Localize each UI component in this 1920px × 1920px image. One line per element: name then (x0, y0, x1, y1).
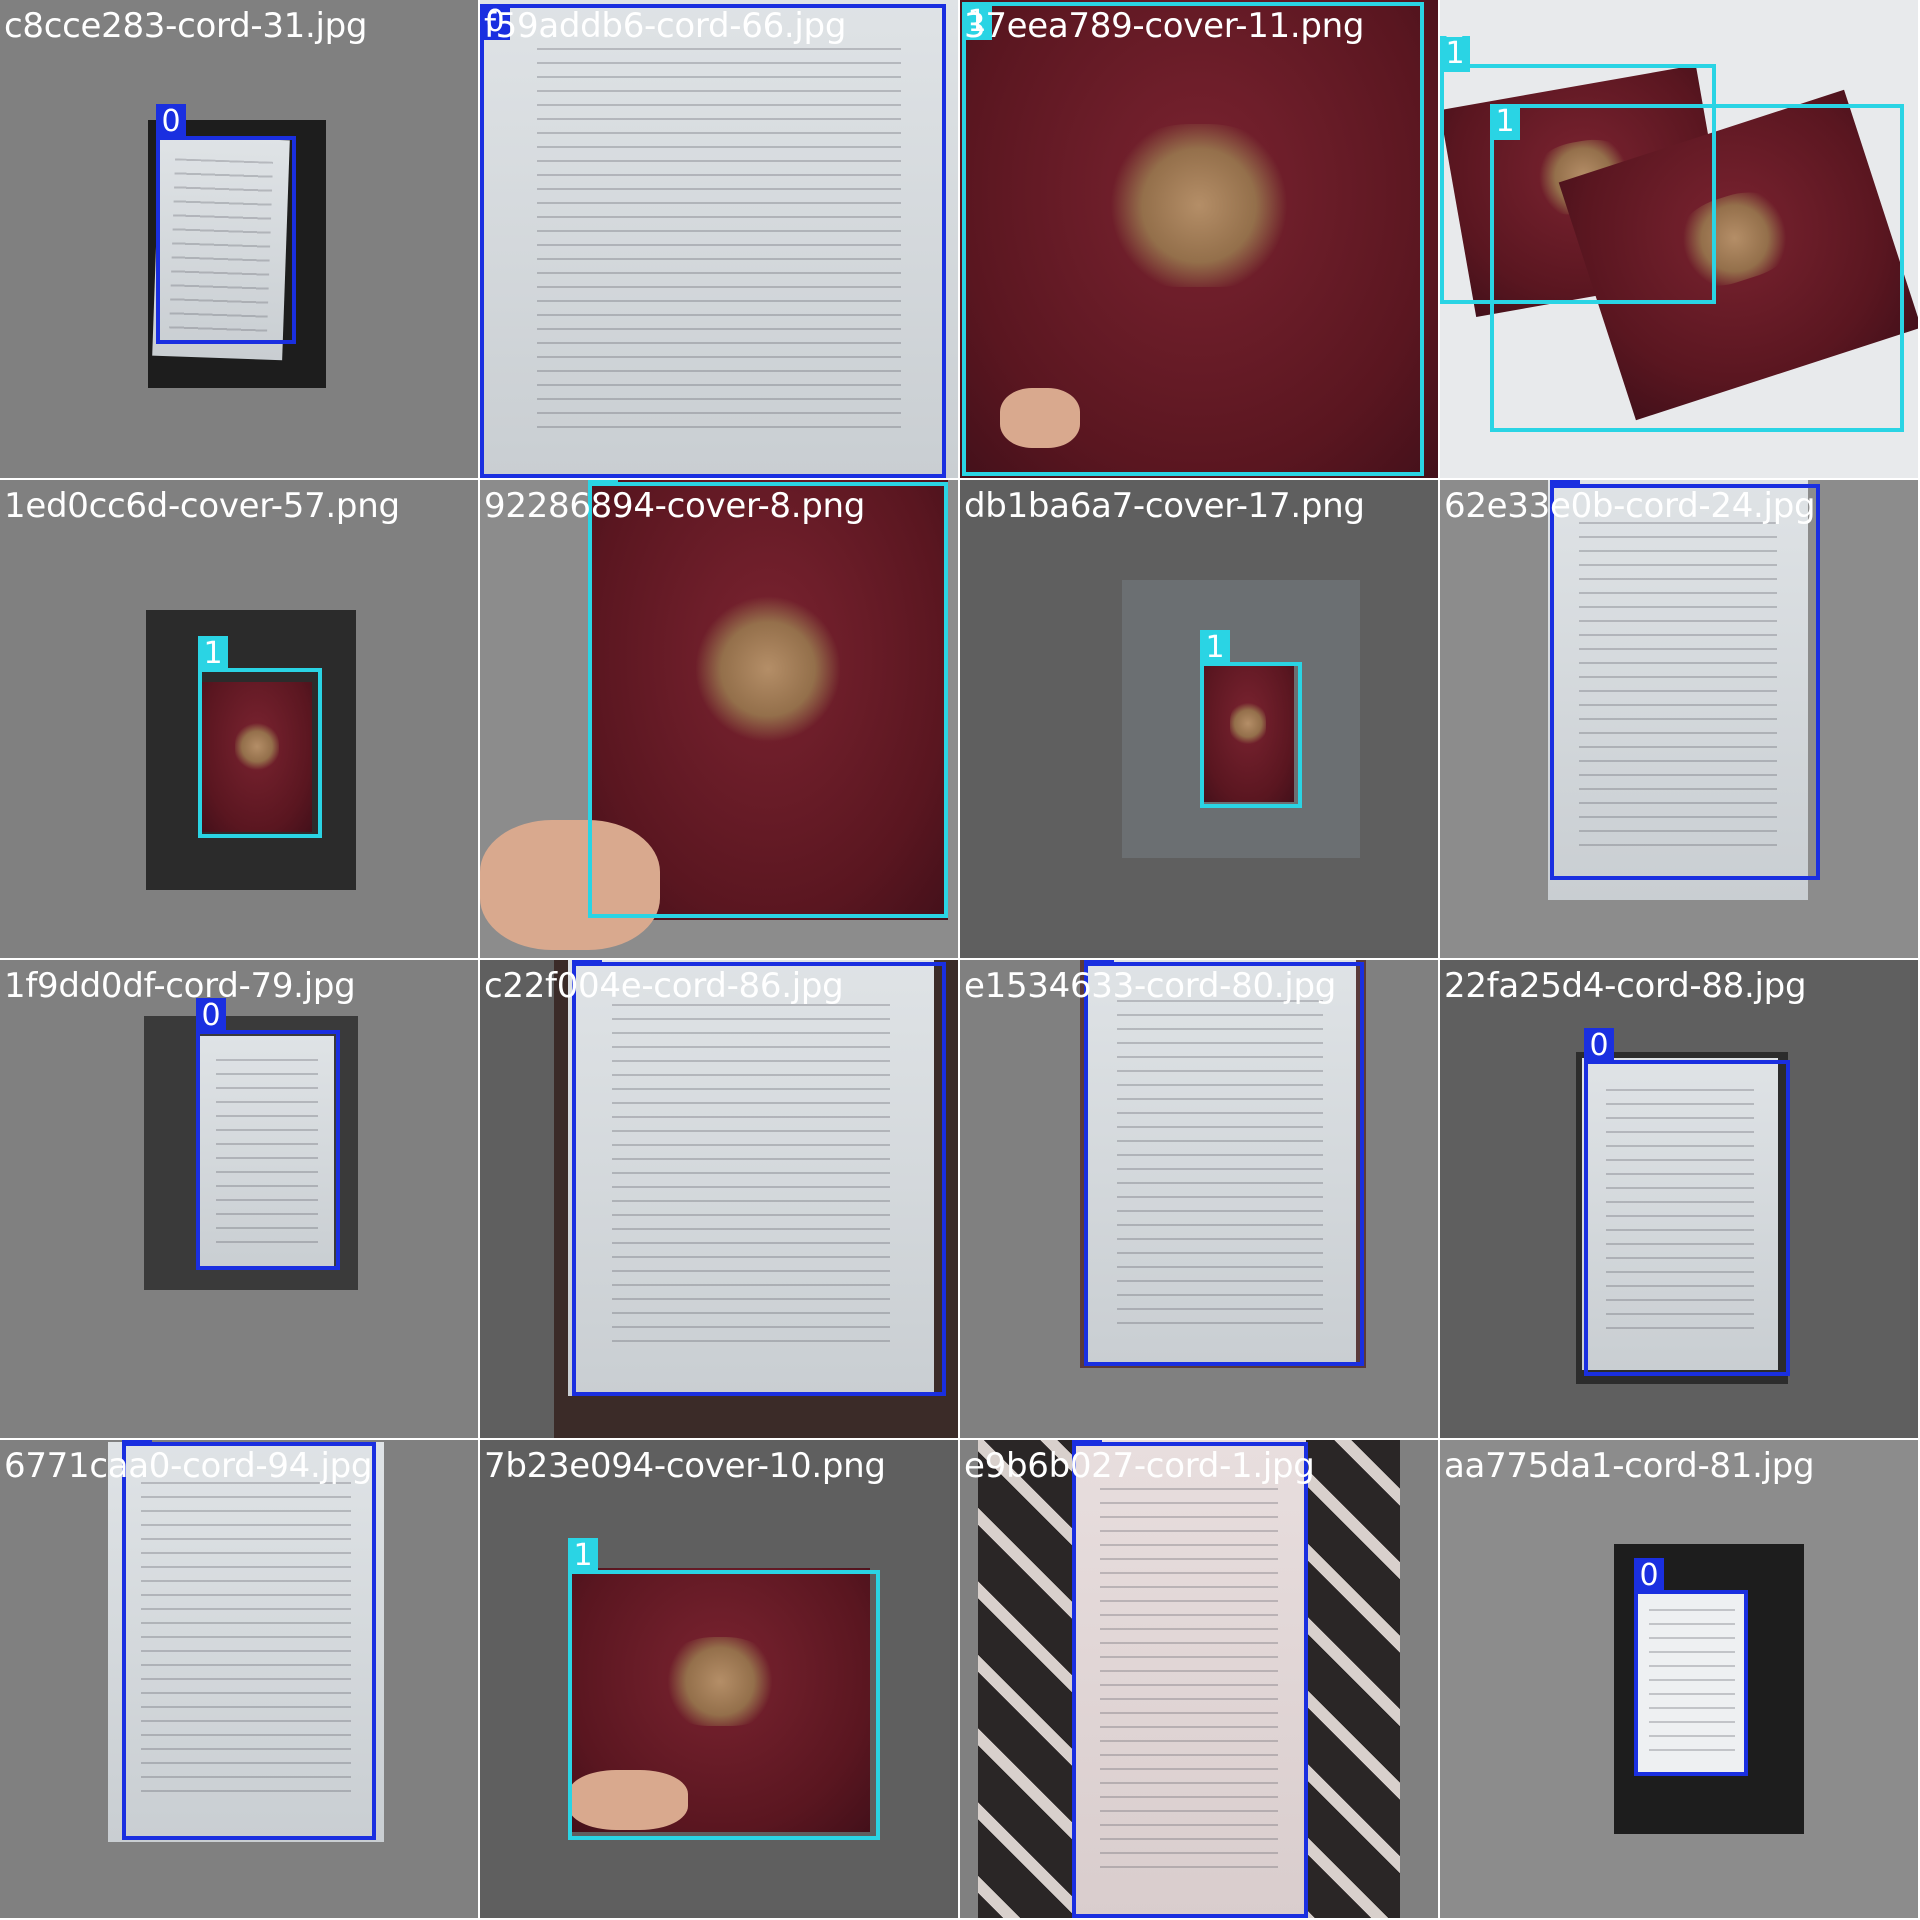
grid-cell[interactable]: 1 37eea789-cover-11.png (960, 0, 1438, 478)
filename-label: 37eea789-cover-11.png (964, 6, 1365, 46)
class-label: 1 (1490, 104, 1520, 140)
detection-grid: 0 c8cce283-cord-31.jpg 0 f59addb6-cord-6… (0, 0, 1920, 1920)
bounding-box: 0 (1084, 960, 1364, 1366)
grid-cell[interactable]: 1 7b23e094-cover-10.png (480, 1440, 958, 1918)
filename-label: f59addb6-cord-66.jpg (484, 6, 847, 46)
bounding-box: 0 (1584, 1028, 1790, 1376)
class-label: 1 (568, 1538, 598, 1574)
filename-label: e1534633-cord-80.jpg (964, 966, 1337, 1006)
filename-label: db1ba6a7-cover-17.png (964, 486, 1365, 526)
grid-cell[interactable]: 1 1ed0cc6d-cover-57.png (0, 480, 478, 958)
filename-label: 1ed0cc6d-cover-57.png (4, 486, 400, 526)
bounding-box: 1 (568, 1538, 880, 1840)
class-label: 0 (156, 104, 186, 140)
grid-cell[interactable]: 1 1 2d8a4f1f-cover-56.png (1440, 0, 1918, 478)
grid-cell[interactable]: 0 1f9dd0df-cord-79.jpg (0, 960, 478, 1438)
grid-cell[interactable]: 0 f59addb6-cord-66.jpg (480, 0, 958, 478)
class-label: 1 (1200, 630, 1230, 666)
filename-label: 22fa25d4-cord-88.jpg (1444, 966, 1807, 1006)
bounding-box: 0 (480, 4, 946, 478)
bounding-box: 1 (1200, 630, 1302, 808)
bounding-box: 1 (588, 480, 948, 918)
bounding-box: 1 (198, 636, 322, 838)
grid-cell[interactable]: 1 92286894-cover-8.png (480, 480, 958, 958)
grid-cell[interactable]: 1 db1ba6a7-cover-17.png (960, 480, 1438, 958)
filename-label: c8cce283-cord-31.jpg (4, 6, 368, 46)
bounding-box: 0 (572, 960, 946, 1396)
filename-label: 7b23e094-cover-10.png (484, 1446, 886, 1486)
filename-label: c22f004e-cord-86.jpg (484, 966, 844, 1006)
grid-cell[interactable]: 0 e9b6b027-cord-1.jpg (960, 1440, 1438, 1918)
class-label: 0 (1584, 1028, 1614, 1064)
grid-cell[interactable]: 0 e1534633-cord-80.jpg (960, 960, 1438, 1438)
grid-cell[interactable]: 0 aa775da1-cord-81.jpg (1440, 1440, 1918, 1918)
grid-cell[interactable]: 0 6771caa0-cord-94.jpg (0, 1440, 478, 1918)
bounding-box: 0 (1634, 1558, 1748, 1776)
filename-label: 2d8a4f1f-cover-56.png (1444, 6, 1825, 46)
bounding-box: 0 (122, 1440, 376, 1840)
grid-cell[interactable]: 0 c22f004e-cord-86.jpg (480, 960, 958, 1438)
bounding-box: 0 (156, 104, 296, 344)
grid-cell[interactable]: 0 22fa25d4-cord-88.jpg (1440, 960, 1918, 1438)
filename-label: 1f9dd0df-cord-79.jpg (4, 966, 356, 1006)
class-label: 0 (1634, 1558, 1664, 1594)
bounding-box: 0 (1072, 1440, 1308, 1918)
grid-cell[interactable]: 0 62e33e0b-cord-24.jpg (1440, 480, 1918, 958)
bounding-box: 0 (1550, 480, 1820, 880)
class-label: 1 (198, 636, 228, 672)
filename-label: 92286894-cover-8.png (484, 486, 866, 526)
bounding-box: 1 (962, 2, 1424, 476)
grid-cell[interactable]: 0 c8cce283-cord-31.jpg (0, 0, 478, 478)
filename-label: 6771caa0-cord-94.jpg (4, 1446, 373, 1486)
bounding-box: 0 (196, 998, 340, 1270)
filename-label: aa775da1-cord-81.jpg (1444, 1446, 1815, 1486)
filename-label: 62e33e0b-cord-24.jpg (1444, 486, 1816, 526)
filename-label: e9b6b027-cord-1.jpg (964, 1446, 1315, 1486)
bounding-box: 1 (1490, 104, 1904, 432)
